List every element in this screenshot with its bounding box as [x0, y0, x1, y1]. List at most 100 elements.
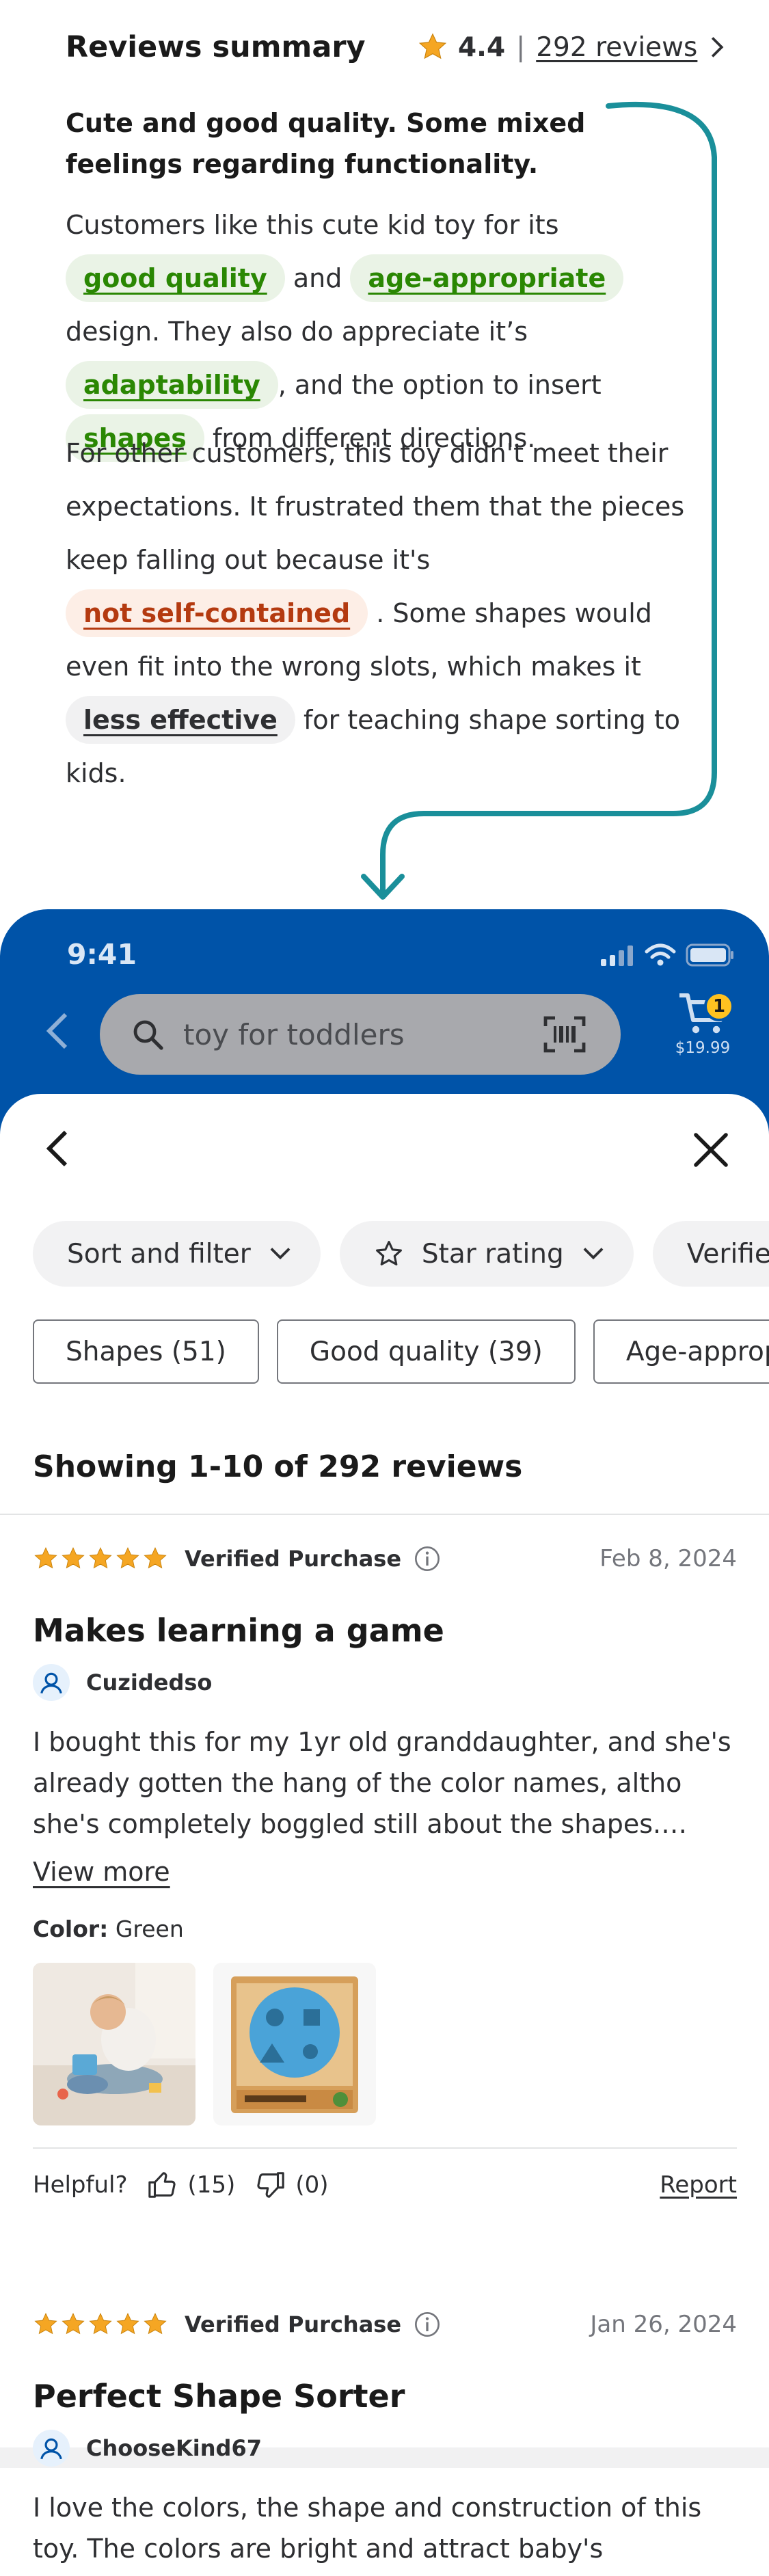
star-icon [116, 1547, 139, 1569]
review-body: I bought this for my 1yr old granddaught… [33, 1727, 731, 1839]
summary-text: and [293, 263, 342, 293]
summary-text: Customers like this cute kid toy for its [66, 210, 559, 240]
star-rating [33, 1546, 168, 1572]
keyword-good-quality[interactable]: good quality [66, 254, 285, 302]
chevron-down-icon [270, 1248, 291, 1260]
review-card: Verified Purchase Feb 8, 2024 Makes lear… [33, 1538, 737, 2201]
tag-good-quality[interactable]: Good quality (39) [276, 1319, 576, 1384]
helpful-up-button[interactable]: (15) [147, 2169, 236, 2201]
keyword-not-self-contained[interactable]: not self-contained [66, 589, 368, 637]
helpful-down-button[interactable]: (0) [254, 2169, 329, 2201]
search-input[interactable] [183, 1017, 525, 1051]
color-label: Color: [33, 1916, 109, 1942]
rating-value: 4.4 [458, 31, 506, 63]
view-more-link[interactable]: View more [33, 1857, 737, 1887]
user-icon [40, 2438, 62, 2460]
review-photos [33, 1963, 737, 2125]
review-meta: Verified Purchase Jan 26, 2024 [33, 2304, 737, 2345]
summary-title: Reviews summary [66, 30, 366, 64]
star-icon [62, 2313, 85, 2335]
keyword-adaptability[interactable]: adaptability [66, 361, 278, 409]
summary-text: For other customers, this toy didn't mee… [66, 438, 685, 575]
chip-label: Verified [686, 1238, 769, 1270]
author-name: Cuzidedso [86, 1669, 213, 1695]
status-time: 9:41 [67, 938, 137, 971]
summary-positive-paragraph: Customers like this cute kid toy for its… [66, 198, 722, 465]
review-photo-product[interactable] [213, 1963, 376, 2125]
rating-separator: | [516, 31, 526, 63]
summary-negative-paragraph: For other customers, this toy didn't mee… [66, 427, 722, 800]
divider [0, 1514, 769, 1515]
helpful-down-count: (0) [295, 2171, 329, 2199]
star-rating [33, 2311, 168, 2337]
info-icon[interactable] [414, 1545, 441, 1572]
star-icon [34, 1547, 57, 1569]
cart-button[interactable]: 1 $19.99 [669, 991, 737, 1080]
review-title: Perfect Shape Sorter [33, 2378, 405, 2415]
review-color-attribute: Color: Green [33, 1916, 737, 1942]
review-card: Verified Purchase Jan 26, 2024 Perfect S… [33, 2304, 737, 2576]
wifi-icon [645, 943, 676, 966]
signal-icon [601, 945, 633, 966]
close-icon[interactable] [692, 1131, 730, 1169]
barcode-scan-icon[interactable] [543, 1015, 586, 1054]
review-meta: Verified Purchase Feb 8, 2024 [33, 1538, 737, 1579]
phone-screen: 9:41 1 $19.99 [0, 909, 769, 2576]
search-icon [133, 1020, 163, 1050]
report-link[interactable]: Report [660, 2171, 737, 2199]
chevron-right-icon[interactable] [710, 36, 725, 59]
back-arrow-icon[interactable] [45, 1012, 70, 1050]
star-icon [34, 2313, 57, 2335]
reviews-count-link[interactable]: 292 reviews [536, 32, 697, 63]
tag-shapes[interactable]: Shapes (51) [33, 1319, 259, 1384]
user-icon [40, 1672, 62, 1694]
avatar [33, 1664, 70, 1701]
star-icon [62, 1547, 85, 1569]
review-author: ChooseKind67 [33, 2430, 737, 2467]
reviews-summary-card: Reviews summary 4.4 | 292 reviews Cute a… [0, 0, 769, 909]
star-icon [89, 2313, 112, 2335]
info-icon[interactable] [414, 2311, 441, 2338]
star-rating-chip[interactable]: Star rating [339, 1221, 634, 1287]
sort-and-filter-chip[interactable]: Sort and filter [33, 1221, 321, 1287]
star-outline-icon [375, 1241, 402, 1265]
rating-summary: 4.4 | 292 reviews [417, 31, 725, 63]
helpful-label: Helpful? [33, 2171, 128, 2199]
summary-headline: Cute and good quality. Some mixed feelin… [66, 108, 586, 179]
review-photo-child[interactable] [33, 1963, 195, 2125]
chevron-down-icon [583, 1248, 604, 1260]
star-icon [418, 33, 447, 59]
verified-purchase-label: Verified Purchase [185, 1546, 402, 1572]
star-icon [144, 2313, 167, 2335]
keyword-age-appropriate[interactable]: age-appropriate [350, 254, 624, 302]
verified-purchase-label: Verified Purchase [185, 2311, 402, 2337]
back-arrow-icon[interactable] [42, 1128, 70, 1169]
chip-label: Star rating [421, 1238, 564, 1270]
review-author: Cuzidedso [33, 1664, 737, 1701]
chip-label: Sort and filter [67, 1238, 251, 1270]
review-body: I love the colors, the shape and constru… [33, 2493, 702, 2576]
summary-text: design. They also do appreciate it’s [66, 317, 528, 347]
showing-count: Showing 1-10 of 292 reviews [33, 1449, 523, 1484]
helpful-row: Helpful? (15) (0) Report [33, 2147, 737, 2201]
cart-price: $19.99 [675, 1039, 731, 1057]
search-bar[interactable] [100, 994, 621, 1075]
tag-age-appropriate[interactable]: Age-appropriat [593, 1319, 769, 1384]
status-icons [599, 943, 735, 967]
review-title: Makes learning a game [33, 1612, 444, 1649]
keyword-tag-row: Shapes (51) Good quality (39) Age-approp… [33, 1319, 769, 1384]
color-value: Green [115, 1916, 184, 1942]
review-date: Jan 26, 2024 [590, 2311, 737, 2338]
star-icon [89, 1547, 112, 1569]
reviews-sheet: Sort and filter Star rating Verified Sha… [0, 1094, 769, 2576]
star-icon [116, 2313, 139, 2335]
cart-count-badge: 1 [704, 991, 734, 1021]
thumbs-up-icon [148, 2172, 176, 2198]
star-icon [144, 1547, 167, 1569]
battery-icon [686, 943, 733, 967]
summary-text: , and the option to insert [278, 370, 602, 400]
author-name: ChooseKind67 [86, 2435, 262, 2461]
verified-chip[interactable]: Verified [652, 1221, 769, 1287]
keyword-less-effective[interactable]: less effective [66, 696, 295, 744]
helpful-up-count: (15) [187, 2171, 236, 2199]
